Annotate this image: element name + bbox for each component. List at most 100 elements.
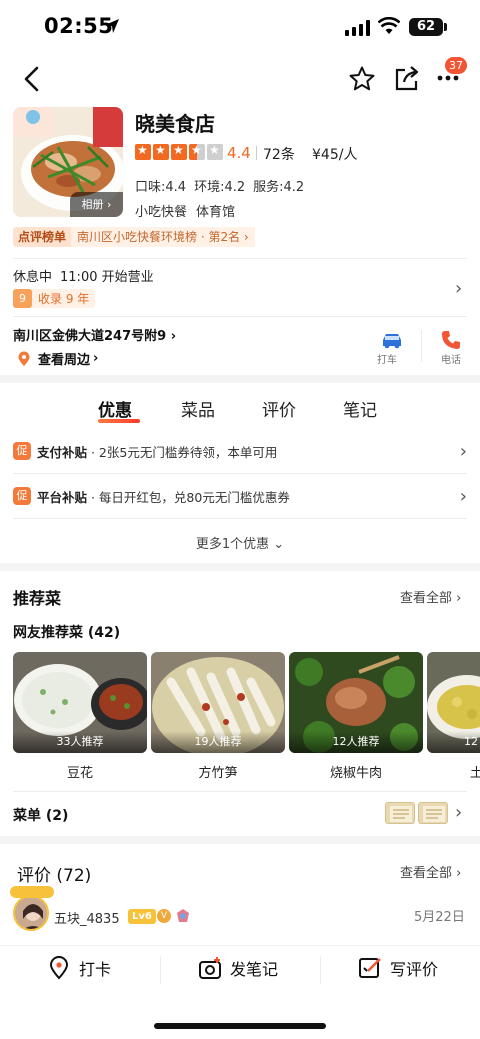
dish-name: 烧椒牛肉 xyxy=(329,766,382,781)
chevron-right-icon[interactable]: › xyxy=(455,278,462,299)
see-all-text: 查看全部 xyxy=(400,866,453,881)
chevron-right-icon: › xyxy=(459,485,467,507)
user-level-badge: Lv6 xyxy=(128,909,156,924)
divider xyxy=(256,146,257,160)
nearby-text: 查看周边 xyxy=(38,353,91,368)
tab-dishes[interactable]: 菜品 xyxy=(181,396,215,421)
taxi-label[interactable]: 打车 xyxy=(377,351,397,366)
recommend-see-all[interactable]: 查看全部 › xyxy=(400,587,461,606)
promo-detail: · 2张5元无门槛券待领，本单可用 xyxy=(87,444,278,460)
post-note-button[interactable]: 发笔记 xyxy=(198,956,278,980)
review-date: 5月22日 xyxy=(414,910,465,925)
chevron-right-icon: › xyxy=(459,440,467,462)
checkin-button[interactable]: 打卡 xyxy=(48,956,111,980)
tab-bar: 优惠 菜品 评价 笔记 xyxy=(0,396,480,426)
bottom-action-bar: 打卡 发笔记 写评价 xyxy=(0,945,480,995)
notification-badge: 37 xyxy=(445,57,467,74)
section-gap xyxy=(0,836,480,844)
camera-icon xyxy=(199,957,221,979)
share-icon[interactable] xyxy=(394,64,420,92)
recommend-count: 33人推荐 xyxy=(13,731,147,753)
star-favorite-icon[interactable] xyxy=(348,65,376,93)
promo-title: 平台补贴 xyxy=(37,489,88,505)
menu-image xyxy=(390,806,412,822)
dish-card[interactable]: 12人推荐 xyxy=(289,652,423,753)
menu-thumbnail[interactable] xyxy=(418,802,448,824)
dish-card[interactable]: 33人推荐 xyxy=(13,652,147,753)
average-price: ¥45/人 xyxy=(312,147,358,163)
checkin-pin-icon xyxy=(49,956,69,980)
section-gap xyxy=(0,563,480,571)
collected-icon: 9 xyxy=(13,289,32,308)
more-offers-button[interactable]: 更多1个优惠 ⌄ xyxy=(0,533,480,552)
ranking-banner[interactable]: 点评榜单 南川区小吃快餐环境榜 · 第2名 › xyxy=(13,227,255,247)
divider xyxy=(13,316,467,317)
review-count[interactable]: 72条 xyxy=(263,144,295,164)
phone-icon[interactable] xyxy=(441,330,461,350)
shop-name: 晓美食店 xyxy=(135,112,215,136)
business-hours[interactable]: 休息中 11:00 开始营业 xyxy=(13,266,154,285)
back-icon[interactable] xyxy=(22,66,42,92)
menu-thumbnail[interactable] xyxy=(385,802,415,824)
chevron-down-icon: ⌄ xyxy=(273,537,285,552)
promo-text: 支付补贴 · 2张5元无门槛券待领，本单可用 xyxy=(37,442,460,461)
menu-image xyxy=(423,806,445,822)
see-all-text: 查看全部 xyxy=(400,591,453,606)
album-button[interactable]: 相册 › xyxy=(70,192,123,217)
more-icon[interactable] xyxy=(437,75,459,81)
address-link[interactable]: 南川区金佛大道247号附9 › xyxy=(13,325,176,344)
star-icon xyxy=(153,143,169,160)
dish-name: 豆花 xyxy=(66,766,93,781)
dish-name: 土 xyxy=(470,766,480,781)
location-arrow-icon xyxy=(105,19,119,33)
promo-icon: 促 xyxy=(13,442,31,460)
home-indicator[interactable] xyxy=(154,1023,326,1029)
divider xyxy=(13,518,467,519)
category-tag[interactable]: 小吃快餐 xyxy=(135,205,187,220)
phone-label[interactable]: 电话 xyxy=(441,351,461,366)
dish-card[interactable]: 12 xyxy=(427,652,480,753)
promo-row[interactable]: 促 平台补贴 · 每日开红包，兑80元无门槛优惠券 › xyxy=(13,485,467,507)
address-text: 南川区金佛大道247号附9 xyxy=(13,329,167,344)
chevron-right-icon[interactable]: › xyxy=(455,802,462,823)
more-offers-text: 更多1个优惠 xyxy=(195,537,270,552)
star-rating xyxy=(135,143,225,164)
avatar-frame xyxy=(10,886,54,898)
menu-label[interactable]: 菜单 (2) xyxy=(13,805,68,825)
checkin-label: 打卡 xyxy=(79,960,112,979)
tab-reviews[interactable]: 评价 xyxy=(262,396,296,421)
post-note-label: 发笔记 xyxy=(230,960,279,979)
user-avatar-image xyxy=(15,897,47,929)
nearby-link[interactable]: 查看周边 › xyxy=(17,349,98,368)
write-review-label: 写评价 xyxy=(390,960,439,979)
reviews-title: 评价 (72) xyxy=(17,866,92,886)
write-review-button[interactable]: 写评价 xyxy=(358,956,438,980)
dish-card[interactable]: 19人推荐 xyxy=(151,652,285,753)
edit-review-icon xyxy=(359,958,381,978)
reviews-see-all[interactable]: 查看全部 › xyxy=(400,862,461,881)
recommend-count: 12 xyxy=(427,731,480,753)
category-tag[interactable]: 体育馆 xyxy=(196,205,235,220)
star-icon xyxy=(135,143,151,160)
active-tab-indicator xyxy=(98,419,140,423)
battery-level: 62 xyxy=(409,18,443,36)
collected-badge: 9 收录 9 年 xyxy=(13,289,96,308)
taxi-icon[interactable] xyxy=(380,331,404,349)
recommend-count: 19人推荐 xyxy=(151,731,285,753)
tab-notes[interactable]: 笔记 xyxy=(343,396,377,421)
tab-offers[interactable]: 优惠 xyxy=(98,396,132,421)
avatar[interactable] xyxy=(13,895,49,931)
netizen-recommend-title: 网友推荐菜 (42) xyxy=(13,625,121,641)
promo-row[interactable]: 促 支付补贴 · 2张5元无门槛券待领，本单可用 › xyxy=(13,440,467,462)
collected-text: 收录 9 年 xyxy=(38,292,90,306)
star-icon xyxy=(171,143,187,160)
star-half-icon xyxy=(189,143,205,160)
promo-detail: · 每日开红包，兑80元无门槛优惠券 xyxy=(87,489,290,505)
service-score: 服务:4.2 xyxy=(253,180,305,195)
promo-icon: 促 xyxy=(13,487,31,505)
review-username[interactable]: 五块_4835 xyxy=(54,908,120,927)
open-status: 休息中 xyxy=(13,270,53,285)
ranking-text: 南川区小吃快餐环境榜 · 第2名 › xyxy=(71,227,255,247)
album-label: 相册 xyxy=(81,198,104,211)
vip-icon: V xyxy=(157,909,171,923)
